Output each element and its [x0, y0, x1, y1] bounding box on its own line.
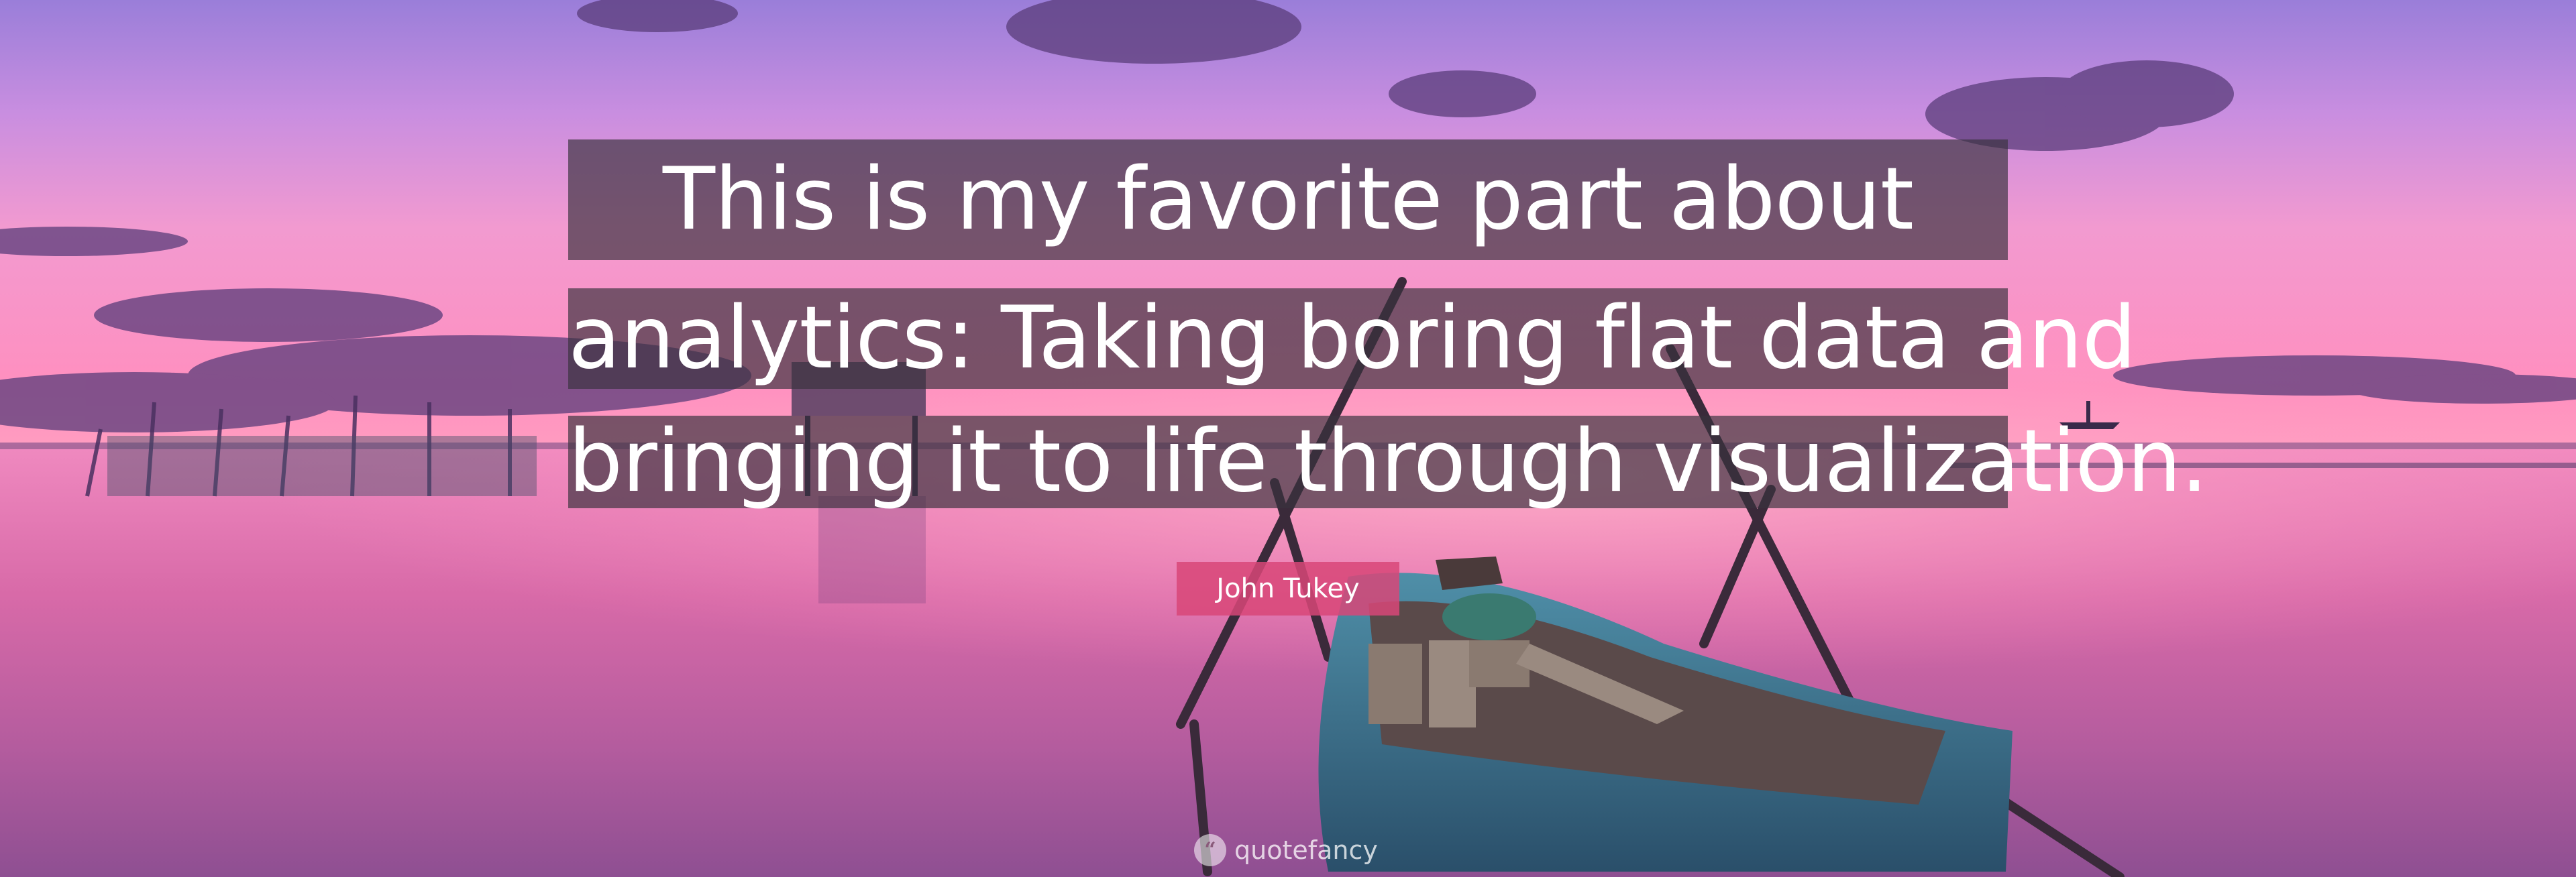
quote-line-2: analytics: Taking boring flat data and [568, 288, 2137, 389]
author-tag[interactable]: John Tukey [1177, 562, 1399, 616]
quote-line-3: bringing it to life through visualizatio… [568, 412, 2208, 512]
quote-line-1: This is my favorite part about [568, 139, 2008, 260]
quote-mark-icon: “ [1194, 834, 1226, 866]
brand-name: quotefancy [1234, 835, 1378, 865]
quotefancy-watermark[interactable]: “ quotefancy [1194, 831, 1378, 869]
quote-text: This is my favorite part about analytics… [568, 139, 2208, 536]
